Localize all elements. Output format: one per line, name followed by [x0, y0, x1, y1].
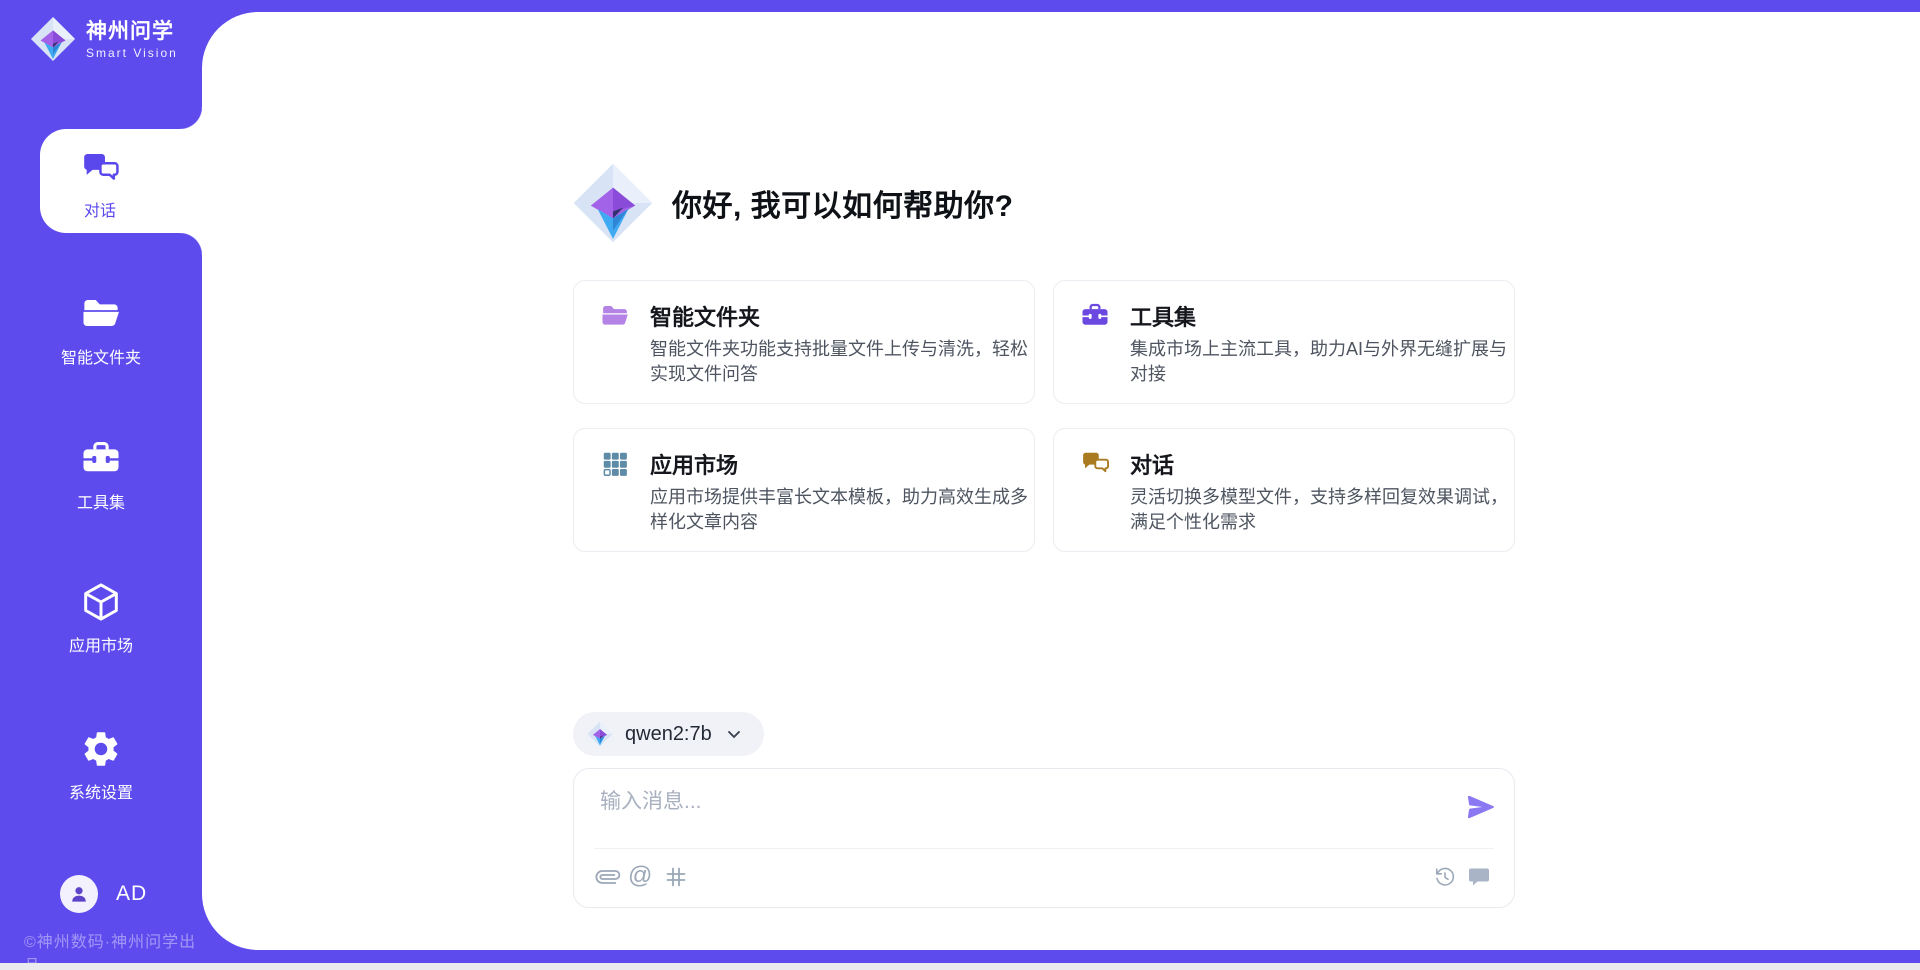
app-name: 神州问学 — [86, 19, 178, 45]
chat-icon — [1080, 449, 1110, 479]
person-icon — [67, 882, 91, 906]
avatar — [60, 875, 98, 913]
card-toolset[interactable]: 工具集 集成市场上主流工具，助力AI与外界无缝扩展与 对接 — [1053, 280, 1515, 404]
sidebar: 神州问学 Smart Vision 对话 智能文件夹 工具集 应用市场 系统设置… — [0, 0, 202, 970]
model-selector[interactable]: qwen2:7b — [573, 712, 764, 756]
model-logo-diamond-icon — [587, 721, 613, 747]
card-smart-folder[interactable]: 智能文件夹 智能文件夹功能支持批量文件上传与清洗，轻松 实现文件问答 — [573, 280, 1035, 404]
message-composer: @ — [573, 768, 1515, 908]
feature-cards: 智能文件夹 智能文件夹功能支持批量文件上传与清洗，轻松 实现文件问答 工具集 集… — [573, 280, 1515, 552]
app-logo: 神州问学 Smart Vision — [30, 16, 178, 62]
composer-divider — [594, 848, 1494, 849]
card-title: 对话 — [1130, 448, 1174, 480]
card-app-market[interactable]: 应用市场 应用市场提供丰富长文本模板，助力高效生成多 样化文章内容 — [573, 428, 1035, 552]
app-subtitle: Smart Vision — [86, 46, 178, 60]
card-description: 灵活切换多模型文件，支持多样回复效果调试， 满足个性化需求 — [1130, 485, 1516, 535]
sidebar-item-label: 应用市场 — [69, 632, 133, 656]
greeting-logo-diamond-icon — [572, 162, 654, 244]
hashtag-icon[interactable] — [664, 865, 688, 889]
horizontal-scrollbar[interactable] — [0, 963, 1920, 970]
card-title: 工具集 — [1130, 300, 1196, 332]
chevron-down-icon — [724, 724, 744, 744]
sidebar-item-label: 系统设置 — [69, 779, 133, 803]
user-account[interactable]: AD — [60, 875, 147, 913]
cube-icon — [80, 581, 122, 623]
sidebar-item-app-market[interactable]: 应用市场 — [0, 581, 202, 656]
user-initials: AD — [116, 882, 147, 906]
toolbox-icon — [80, 438, 122, 480]
sidebar-item-chat[interactable]: 对话 — [40, 129, 202, 233]
model-name: qwen2:7b — [625, 723, 712, 746]
sidebar-item-settings[interactable]: 系统设置 — [0, 728, 202, 803]
composer-toolbar: @ — [574, 861, 1514, 895]
mention-at-icon[interactable]: @ — [628, 862, 652, 890]
chat-bubble-icon[interactable] — [1467, 865, 1491, 889]
toolbox-icon — [1080, 301, 1110, 331]
gear-icon — [80, 728, 122, 770]
folder-icon — [600, 301, 630, 331]
sidebar-item-smart-folder[interactable]: 智能文件夹 — [0, 293, 202, 368]
sidebar-item-label: 对话 — [40, 197, 160, 221]
card-description: 智能文件夹功能支持批量文件上传与清洗，轻松 实现文件问答 — [650, 337, 1036, 387]
greeting-text: 你好, 我可以如何帮助你? — [672, 181, 1014, 225]
send-icon[interactable] — [1465, 791, 1497, 823]
card-title: 智能文件夹 — [650, 300, 760, 332]
greeting-block: 你好, 我可以如何帮助你? — [572, 162, 1014, 244]
history-clock-icon[interactable] — [1434, 866, 1456, 888]
grid-icon — [600, 449, 630, 479]
sidebar-item-label: 工具集 — [77, 489, 125, 513]
sidebar-item-label: 智能文件夹 — [61, 344, 141, 368]
chat-icon — [80, 149, 120, 189]
message-input[interactable] — [600, 785, 1450, 843]
card-description: 集成市场上主流工具，助力AI与外界无缝扩展与 对接 — [1130, 337, 1516, 387]
card-title: 应用市场 — [650, 448, 738, 480]
sidebar-item-toolset[interactable]: 工具集 — [0, 438, 202, 513]
main-content-panel: 你好, 我可以如何帮助你? 智能文件夹 智能文件夹功能支持批量文件上传与清洗，轻… — [202, 12, 1920, 950]
card-chat[interactable]: 对话 灵活切换多模型文件，支持多样回复效果调试， 满足个性化需求 — [1053, 428, 1515, 552]
attachment-paperclip-icon[interactable] — [591, 860, 625, 894]
app-logo-diamond-icon — [30, 16, 76, 62]
folder-icon — [80, 293, 122, 335]
card-description: 应用市场提供丰富长文本模板，助力高效生成多 样化文章内容 — [650, 485, 1036, 535]
